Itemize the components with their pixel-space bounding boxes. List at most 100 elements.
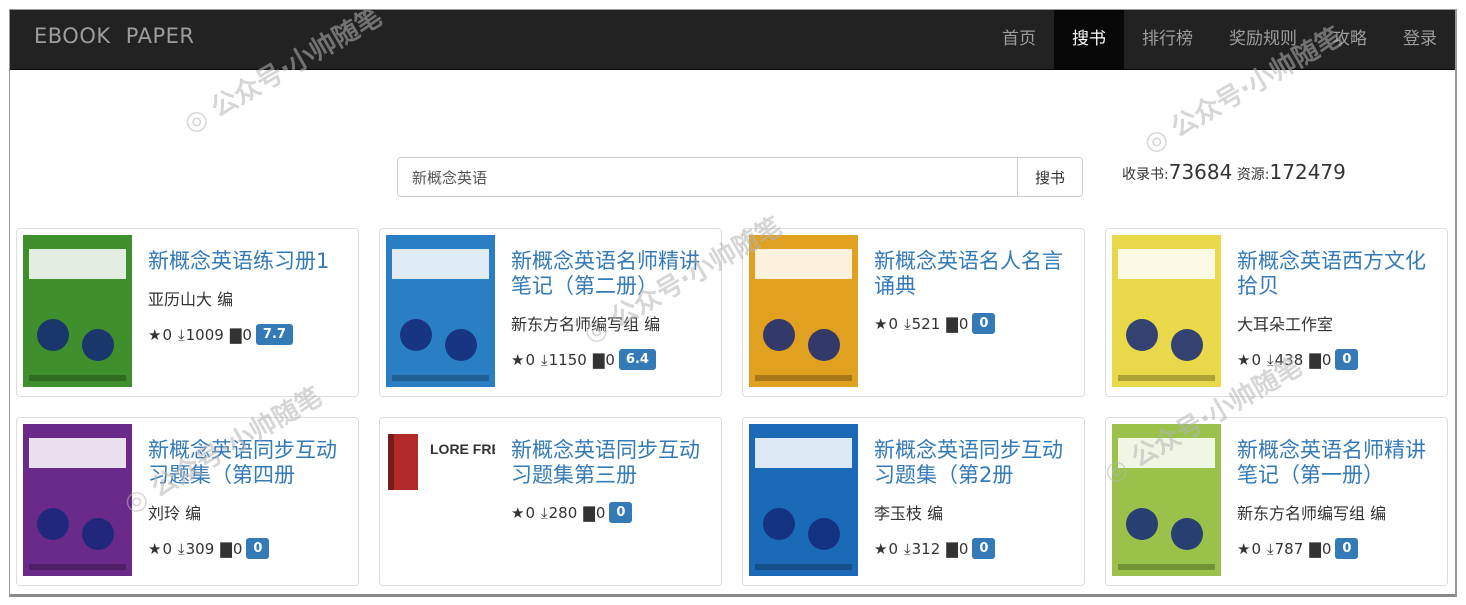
book-author: 刘玲 编	[148, 504, 202, 523]
score-badge: 0	[972, 538, 996, 559]
comment-count: 0	[1321, 350, 1332, 369]
comment-count: 0	[958, 314, 969, 333]
download-count: 312	[911, 539, 941, 558]
comment-count: 0	[958, 539, 969, 558]
search-button[interactable]: 搜书	[1017, 157, 1083, 197]
score-badge: 0	[1335, 538, 1359, 559]
download-count: 787	[1274, 539, 1304, 558]
brand-logo[interactable]: EBOOK PAPER	[34, 24, 195, 48]
book-card[interactable]: 新概念英语名师精讲笔记（第一册） 新东方名师编写组 编 ★ 0 ⤓ 787 ▇ 0 0	[1105, 417, 1448, 586]
book-cover[interactable]	[749, 235, 858, 387]
comment-count: 0	[595, 503, 606, 522]
star-icon: ★	[1237, 350, 1251, 369]
book-title[interactable]: 新概念英语同步互动习题集第三册	[511, 438, 711, 488]
star-icon: ★	[511, 350, 525, 369]
download-icon: ⤓	[178, 325, 185, 344]
book-info: 新概念英语名师精讲笔记（第一册） 新东方名师编写组 编 ★ 0 ⤓ 787 ▇ 0 0	[1237, 438, 1437, 559]
nav-menu: 首页 搜书 排行榜 奖励规则 攻略 登录	[984, 10, 1455, 70]
star-count: 0	[525, 350, 535, 369]
star-count: 0	[162, 539, 172, 558]
book-title[interactable]: 新概念英语西方文化拾贝	[1237, 249, 1437, 299]
book-info: 新概念英语练习册1 亚历山大 编 ★ 0 ⤓ 1009 ▇ 0 7.7	[148, 249, 348, 345]
book-card[interactable]: LORE FREE 新概念英语同步互动习题集第三册 ★0 ⤓280 ▇0 0	[379, 417, 722, 586]
book-cover[interactable]	[1112, 424, 1221, 576]
score-badge: 7.7	[255, 324, 293, 345]
book-author: 新东方名师编写组 编	[1237, 504, 1387, 523]
book-title[interactable]: 新概念英语同步互动习题集（第四册	[148, 438, 348, 488]
books-label: 收录书:	[1122, 167, 1169, 183]
book-cover[interactable]	[1112, 235, 1221, 387]
score-badge: 0	[246, 538, 270, 559]
book-card[interactable]: 新概念英语西方文化拾贝 大耳朵工作室 ★ 0 ⤓ 438 ▇ 0 0	[1105, 228, 1448, 397]
book-meta: ★ 0 ⤓ 438 ▇ 0 0	[1237, 349, 1437, 370]
star-icon: ★	[1237, 539, 1251, 558]
book-info: 新概念英语同步互动习题集第三册 ★ 0 ⤓ 280 ▇ 0 0	[511, 438, 711, 523]
book-cover[interactable]	[23, 235, 132, 387]
book-card[interactable]: 新概念英语同步互动习题集（第2册 李玉枝 编 ★ 0 ⤓ 312 ▇ 0 0	[742, 417, 1085, 586]
book-info: 新概念英语西方文化拾贝 大耳朵工作室 ★ 0 ⤓ 438 ▇ 0 0	[1237, 249, 1437, 370]
download-icon: ⤓	[1267, 539, 1274, 558]
star-icon: ★	[511, 503, 525, 522]
star-count: 0	[888, 314, 898, 333]
nav-item-search[interactable]: 搜书	[1054, 10, 1124, 70]
download-count: 521	[911, 314, 941, 333]
book-title[interactable]: 新概念英语同步互动习题集（第2册	[874, 438, 1074, 488]
comment-icon: ▇	[220, 539, 232, 558]
book-title[interactable]: 新概念英语名人名言诵典	[874, 249, 1074, 299]
book-title[interactable]: 新概念英语练习册1	[148, 249, 348, 274]
download-icon: ⤓	[904, 539, 911, 558]
book-title[interactable]: 新概念英语名师精讲笔记（第一册）	[1237, 438, 1437, 488]
download-count: 309	[185, 539, 215, 558]
book-cover[interactable]	[749, 424, 858, 576]
book-meta: ★ 0 ⤓ 280 ▇ 0 0	[511, 502, 711, 523]
book-cover[interactable]	[386, 235, 495, 387]
download-icon: ⤓	[178, 539, 185, 558]
book-author: 新东方名师编写组 编	[511, 315, 661, 334]
nav-item-rewards[interactable]: 奖励规则	[1211, 10, 1315, 70]
star-count: 0	[162, 325, 172, 344]
book-card[interactable]: 新概念英语名师精讲笔记（第二册） 新东方名师编写组 编 ★ 0 ⤓ 1150 ▇ 0 …	[379, 228, 722, 397]
nav-item-guide[interactable]: 攻略	[1315, 10, 1385, 70]
book-cover[interactable]	[23, 424, 132, 576]
comment-count: 0	[242, 325, 252, 344]
nav-item-ranking[interactable]: 排行榜	[1124, 10, 1211, 70]
comment-icon: ▇	[592, 350, 605, 369]
star-count: 0	[525, 503, 535, 522]
comment-count: 0	[605, 350, 615, 369]
score-badge: 6.4	[618, 349, 656, 370]
comment-count: 0	[232, 539, 243, 558]
search-input[interactable]	[397, 157, 1017, 197]
book-meta: ★ 0 ⤓ 521 ▇ 0 0	[874, 313, 1074, 334]
cover-text: LORE FREE	[430, 441, 495, 457]
nav-item-home[interactable]: 首页	[984, 10, 1054, 70]
book-author: 李玉枝 编	[874, 504, 944, 523]
comment-icon: ▇	[1309, 539, 1321, 558]
comment-icon: ▇	[583, 503, 595, 522]
score-badge: 0	[972, 313, 996, 334]
comment-icon: ▇	[946, 314, 958, 333]
download-count: 280	[548, 503, 578, 522]
book-cover[interactable]: LORE FREE	[386, 424, 495, 576]
download-icon: ⤓	[541, 350, 548, 369]
book-info: 新概念英语名人名言诵典 ★ 0 ⤓ 521 ▇ 0 0	[874, 249, 1074, 334]
download-icon: ⤓	[1267, 350, 1274, 369]
comment-icon: ▇	[1309, 350, 1321, 369]
score-badge: 0	[609, 502, 633, 523]
stats: 收录书:73684 资源:172479	[1122, 160, 1346, 184]
book-info: 新概念英语名师精讲笔记（第二册） 新东方名师编写组 编 ★ 0 ⤓ 1150 ▇ 0 …	[511, 249, 711, 370]
book-info: 新概念英语同步互动习题集（第四册 刘玲 编 ★ 0 ⤓ 309 ▇ 0 0	[148, 438, 348, 559]
book-card[interactable]: 新概念英语名人名言诵典 ★ 0 ⤓ 521 ▇ 0 0	[742, 228, 1085, 397]
comment-icon: ▇	[229, 325, 242, 344]
book-card[interactable]: 新概念英语同步互动习题集（第四册 刘玲 编 ★ 0 ⤓ 309 ▇ 0 0	[16, 417, 359, 586]
book-card[interactable]: 新概念英语练习册1 亚历山大 编 ★ 0 ⤓ 1009 ▇ 0 7.7	[16, 228, 359, 397]
books-count: 73684	[1168, 160, 1233, 184]
star-count: 0	[1251, 539, 1261, 558]
star-icon: ★	[874, 314, 888, 333]
download-count: 438	[1274, 350, 1304, 369]
browser-frame: EBOOK PAPER 首页 搜书 排行榜 奖励规则 攻略 登录 搜书 收录书:…	[9, 9, 1457, 597]
book-author: 亚历山大 编	[148, 290, 234, 309]
nav-item-login[interactable]: 登录	[1385, 10, 1455, 70]
star-count: 0	[888, 539, 898, 558]
book-title[interactable]: 新概念英语名师精讲笔记（第二册）	[511, 249, 711, 299]
search-group: 搜书	[397, 157, 1083, 197]
